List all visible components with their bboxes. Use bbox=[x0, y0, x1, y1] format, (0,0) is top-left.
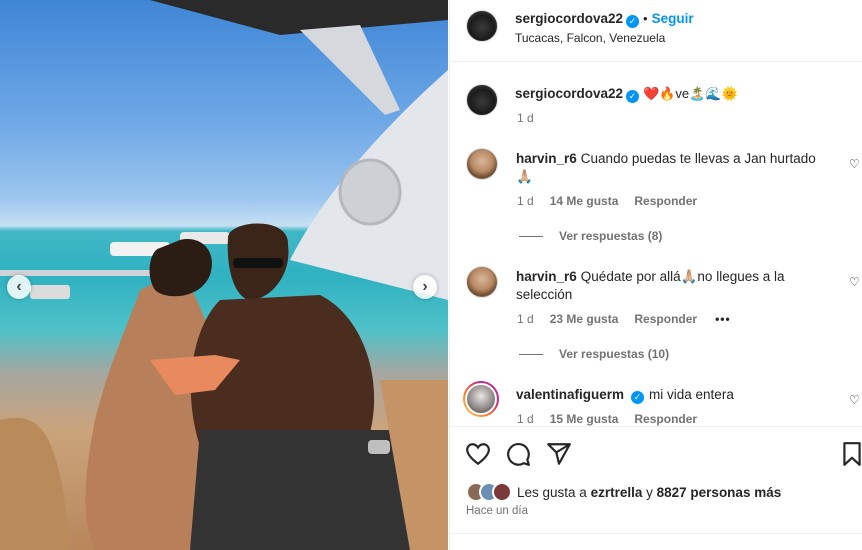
caption-username[interactable]: sergiocordova22 bbox=[515, 86, 623, 101]
comment-username[interactable]: valentinafiguerm bbox=[516, 387, 624, 402]
view-replies-button[interactable]: Ver respuestas (10) bbox=[519, 347, 669, 361]
view-replies-button[interactable]: Ver respuestas (8) bbox=[519, 229, 662, 243]
owner-username[interactable]: sergiocordova22 bbox=[515, 11, 623, 26]
post-actions: Les gusta a ezrtrella y 8827 personas má… bbox=[450, 426, 862, 550]
photo-scene bbox=[0, 0, 448, 550]
separator-dot: • bbox=[643, 11, 648, 26]
comment-icon[interactable] bbox=[505, 441, 531, 467]
comment-text: mi vida entera bbox=[649, 387, 734, 402]
reply-button[interactable]: Responder bbox=[634, 312, 697, 326]
comment-meta: 1 d 14 Me gusta Responder bbox=[517, 194, 697, 208]
location-link[interactable]: Tucacas, Falcon, Venezuela bbox=[515, 31, 665, 45]
commenter-avatar[interactable] bbox=[466, 266, 498, 298]
comment-age: 1 d bbox=[517, 312, 534, 326]
comment-body: harvin_r6 Cuando puedas te llevas a Jan h… bbox=[516, 150, 836, 186]
verified-icon: ✓ bbox=[626, 15, 640, 28]
liked-count[interactable]: 8827 personas más bbox=[657, 485, 782, 500]
add-comment-area[interactable] bbox=[450, 533, 862, 550]
comment-likes[interactable]: 14 Me gusta bbox=[550, 194, 619, 208]
chevron-right-icon: › bbox=[422, 278, 428, 295]
comment-like-icon[interactable]: ♡ bbox=[849, 275, 860, 289]
caption-line: sergiocordova22 ✓ ❤️🔥ve🏝️🌊🌞 bbox=[515, 86, 738, 103]
post-photo[interactable]: ‹ › bbox=[0, 0, 448, 550]
comment-body: valentinafiguerm ✓ mi vida entera bbox=[516, 386, 836, 404]
verified-icon: ✓ bbox=[631, 391, 645, 404]
bookmark-icon[interactable] bbox=[839, 441, 862, 467]
caption-text: ❤️🔥ve🏝️🌊🌞 bbox=[643, 86, 738, 101]
commenter-avatar[interactable] bbox=[466, 148, 498, 180]
comment-meta: 1 d 23 Me gusta Responder ••• bbox=[517, 312, 731, 326]
verified-icon: ✓ bbox=[626, 90, 640, 103]
carousel-next-button[interactable]: › bbox=[413, 275, 437, 299]
chevron-left-icon: ‹ bbox=[16, 278, 22, 295]
comment-body: harvin_r6 Quédate por allá🙏🏼no llegues a … bbox=[516, 268, 836, 304]
reply-button[interactable]: Responder bbox=[634, 412, 697, 426]
comment-meta: 1 d 15 Me gusta Responder bbox=[517, 412, 697, 426]
heart-icon[interactable] bbox=[465, 441, 491, 467]
comment-age: 1 d bbox=[517, 412, 534, 426]
comment-like-icon[interactable]: ♡ bbox=[849, 393, 860, 407]
more-options-icon[interactable]: ••• bbox=[715, 312, 731, 326]
carousel-prev-button[interactable]: ‹ bbox=[7, 275, 31, 299]
comment-username[interactable]: harvin_r6 bbox=[516, 269, 577, 284]
comment-likes[interactable]: 15 Me gusta bbox=[550, 412, 619, 426]
comment-username[interactable]: harvin_r6 bbox=[516, 151, 577, 166]
commenter-avatar[interactable] bbox=[463, 381, 499, 417]
comment-age: 1 d bbox=[517, 194, 534, 208]
liked-mid: y bbox=[646, 484, 653, 500]
caption-age: 1 d bbox=[517, 111, 534, 125]
owner-avatar-caption[interactable] bbox=[466, 84, 498, 116]
post-header: sergiocordova22 ✓ • Seguir Tucacas, Falcon,… bbox=[450, 0, 862, 62]
comment-likes[interactable]: 23 Me gusta bbox=[550, 312, 619, 326]
share-icon[interactable] bbox=[546, 441, 572, 467]
liked-user[interactable]: ezrtrella bbox=[591, 485, 643, 500]
post-side-panel: sergiocordova22 ✓ • Seguir Tucacas, Falcon,… bbox=[449, 0, 862, 550]
comment-like-icon[interactable]: ♡ bbox=[849, 157, 860, 171]
likes-summary: Les gusta a ezrtrella y 8827 personas má… bbox=[466, 482, 781, 502]
owner-avatar[interactable] bbox=[466, 10, 498, 42]
post-time: Hace un día bbox=[466, 505, 529, 517]
liked-prefix: Les gusta a bbox=[517, 484, 587, 500]
follow-button[interactable]: Seguir bbox=[652, 11, 694, 26]
header-line: sergiocordova22 ✓ • Seguir bbox=[515, 10, 694, 28]
reply-button[interactable]: Responder bbox=[634, 194, 697, 208]
liker-avatar bbox=[492, 482, 512, 502]
